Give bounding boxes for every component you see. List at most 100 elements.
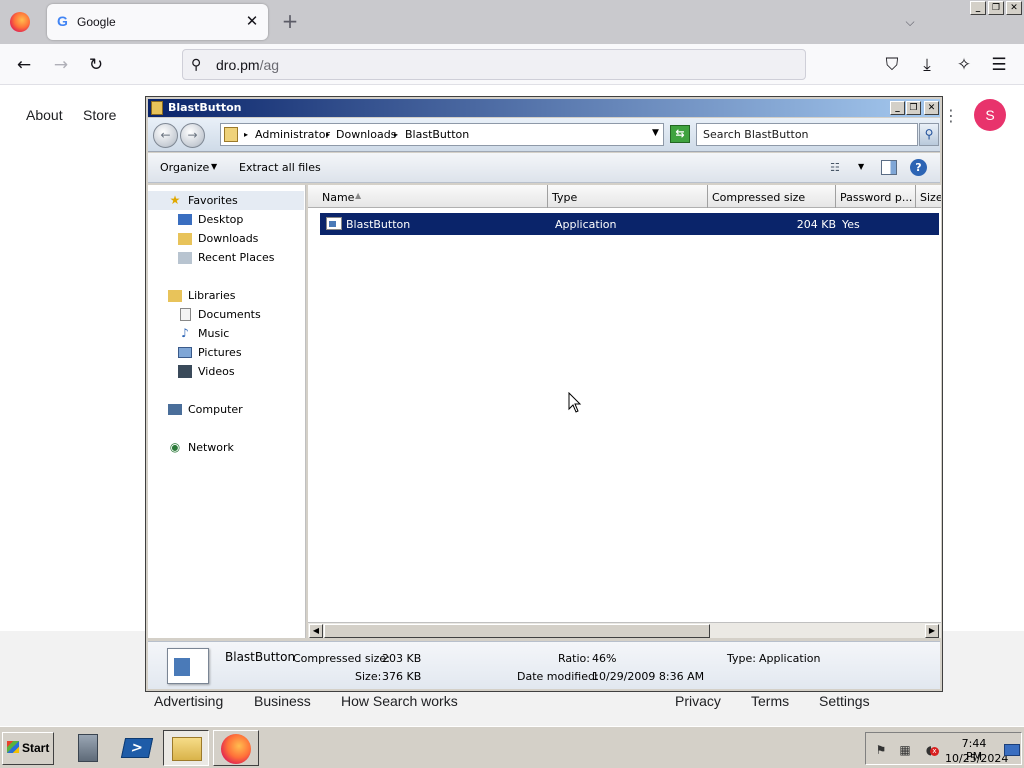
column-header-size[interactable]: Size: [916, 185, 941, 208]
footer-terms-link[interactable]: Terms: [751, 693, 789, 709]
footer-privacy-link[interactable]: Privacy: [675, 693, 721, 709]
search-icon[interactable]: ⚲: [919, 123, 939, 146]
taskbar: Start > ⚑ ▦ ◖ 7:44 PM 10/25/2024: [0, 726, 1024, 768]
explorer-back-icon[interactable]: ←: [153, 123, 178, 148]
column-header-compressed-size[interactable]: Compressed size: [708, 185, 836, 208]
scroll-left-icon[interactable]: ◀: [309, 624, 323, 638]
explorer-close-button[interactable]: ✕: [924, 101, 939, 115]
sidebar-item-desktop[interactable]: Desktop: [148, 210, 304, 229]
show-desktop-icon[interactable]: [1004, 744, 1020, 756]
explorer-forward-icon[interactable]: →: [180, 123, 205, 148]
help-icon[interactable]: ?: [910, 159, 927, 176]
details-type-label: Type:: [727, 652, 756, 665]
explorer-title: BlastButton: [168, 101, 242, 114]
explorer-maximize-button[interactable]: ❐: [906, 101, 921, 115]
breadcrumb-item-administrator[interactable]: Administrator: [255, 128, 330, 141]
sidebar-item-downloads[interactable]: Downloads: [148, 229, 304, 248]
sidebar-item-libraries[interactable]: Libraries: [148, 286, 304, 305]
file-name: BlastButton: [346, 218, 411, 231]
scrollbar-thumb[interactable]: [324, 624, 710, 638]
google-about-link[interactable]: About: [26, 107, 63, 123]
application-icon: [326, 217, 342, 230]
file-list: Name ▲ Type Compressed size Password p..…: [308, 185, 941, 638]
sidebar-item-label: Music: [198, 327, 230, 340]
firefox-icon[interactable]: [10, 12, 30, 32]
breadcrumb-item-downloads[interactable]: Downloads: [336, 128, 396, 141]
organize-button[interactable]: Organize: [160, 161, 209, 174]
breadcrumb-item-blastbutton[interactable]: BlastButton: [405, 128, 469, 141]
sidebar-item-network[interactable]: ◉ Network: [148, 438, 304, 457]
explorer-title-bar[interactable]: BlastButton _ ❐ ✕: [148, 99, 940, 117]
taskbar-server-manager[interactable]: [66, 730, 112, 766]
explorer-minimize-button[interactable]: _: [890, 101, 905, 115]
extensions-icon[interactable]: ✧: [951, 52, 977, 78]
chevron-down-icon[interactable]: ▼: [858, 162, 864, 171]
close-window-button[interactable]: ✕: [1006, 1, 1022, 15]
taskbar-powershell[interactable]: >: [114, 730, 160, 766]
details-ratio-label: Ratio:: [558, 652, 590, 665]
account-avatar[interactable]: S: [974, 99, 1006, 131]
explorer-window-controls: _ ❐ ✕: [890, 101, 939, 115]
column-header-password-protected[interactable]: Password p...: [836, 185, 916, 208]
breadcrumb-separator-icon[interactable]: ▸: [244, 130, 248, 139]
url-bar[interactable]: ⚲ dro.pm/ag: [182, 49, 806, 80]
breadcrumb-separator-icon[interactable]: ▸: [394, 130, 398, 139]
download-icon[interactable]: ⤓: [914, 52, 940, 78]
footer-business-link[interactable]: Business: [254, 693, 311, 709]
sidebar-item-computer[interactable]: Computer: [148, 400, 304, 419]
breadcrumb[interactable]: ▸ Administrator ▸ Downloads ▸ BlastButto…: [220, 123, 664, 146]
back-arrow-icon[interactable]: ←: [11, 52, 37, 78]
google-store-link[interactable]: Store: [83, 107, 116, 123]
downloads-folder-icon: [178, 233, 192, 245]
sidebar-item-pictures[interactable]: Pictures: [148, 343, 304, 362]
list-all-tabs-icon[interactable]: ⌵: [900, 12, 920, 32]
refresh-icon[interactable]: ⇆: [670, 125, 690, 143]
forward-arrow-icon[interactable]: →: [48, 52, 74, 78]
search-input[interactable]: Search BlastButton: [696, 123, 918, 146]
details-date-modified-label: Date modified:: [517, 670, 599, 683]
address-dropdown-icon[interactable]: ▼: [652, 128, 659, 138]
horizontal-scrollbar[interactable]: ◀ ▶: [308, 622, 941, 638]
action-center-flag-icon[interactable]: ⚑: [874, 743, 888, 757]
url-text[interactable]: dro.pm/ag: [216, 57, 279, 73]
chevron-down-icon[interactable]: ▼: [211, 162, 217, 171]
change-view-icon[interactable]: ☷: [830, 161, 846, 175]
documents-icon: [180, 308, 191, 321]
sidebar-item-label: Desktop: [198, 213, 244, 226]
footer-advertising-link[interactable]: Advertising: [154, 693, 223, 709]
restore-window-button[interactable]: ❐: [988, 1, 1004, 15]
network-icon: ◉: [169, 440, 181, 454]
explorer-window: BlastButton _ ❐ ✕ ← → ▸ Administrator ▸ …: [145, 96, 943, 692]
volume-muted-icon[interactable]: ◖: [922, 743, 939, 757]
sidebar-item-label: Pictures: [198, 346, 242, 359]
column-header-name[interactable]: Name: [308, 185, 548, 208]
new-tab-icon[interactable]: +: [280, 11, 300, 31]
extract-all-files-button[interactable]: Extract all files: [239, 161, 321, 174]
close-tab-icon[interactable]: ✕: [243, 12, 261, 30]
sidebar-item-videos[interactable]: Videos: [148, 362, 304, 381]
footer-how-search-works-link[interactable]: How Search works: [341, 693, 458, 709]
pocket-icon[interactable]: ⛉: [879, 52, 905, 78]
taskbar-explorer[interactable]: [163, 730, 209, 766]
start-button[interactable]: Start: [2, 732, 54, 765]
libraries-icon: [168, 290, 182, 302]
google-apps-icon[interactable]: ⋮: [943, 106, 959, 126]
sidebar-item-documents[interactable]: Documents: [148, 305, 304, 324]
tab-google[interactable]: G Google ✕: [47, 4, 268, 40]
powershell-icon: >: [120, 738, 154, 758]
minimize-window-button[interactable]: _: [970, 1, 986, 15]
scroll-right-icon[interactable]: ▶: [925, 624, 939, 638]
preview-pane-icon[interactable]: [881, 160, 897, 175]
sidebar-item-favorites[interactable]: ★ Favorites: [148, 191, 304, 210]
sidebar-item-music[interactable]: ♪ Music: [148, 324, 304, 343]
taskbar-firefox[interactable]: [213, 730, 259, 766]
footer-settings-link[interactable]: Settings: [819, 693, 870, 709]
clock-date[interactable]: 10/25/2024: [945, 752, 1008, 765]
reload-icon[interactable]: ↻: [83, 52, 109, 78]
breadcrumb-separator-icon[interactable]: ▸: [326, 130, 330, 139]
hamburger-menu-icon[interactable]: ☰: [986, 52, 1012, 78]
network-tray-icon[interactable]: ▦: [898, 743, 912, 757]
column-header-type[interactable]: Type: [548, 185, 708, 208]
sidebar-item-recent-places[interactable]: Recent Places: [148, 248, 304, 267]
table-row[interactable]: BlastButton Application 204 KB Yes: [320, 213, 939, 235]
